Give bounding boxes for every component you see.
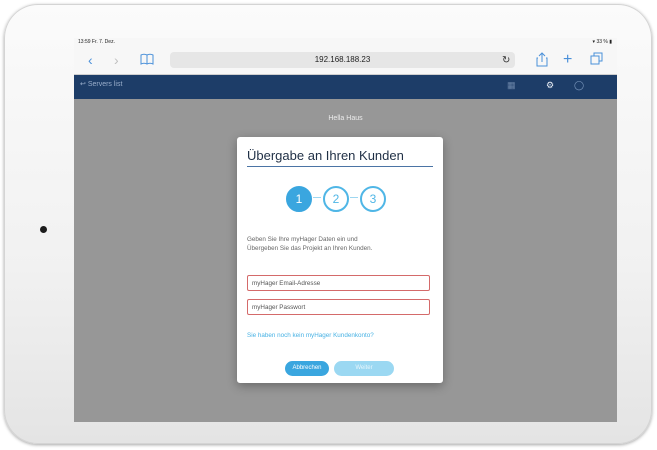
url-field[interactable]: 192.168.188.23 (170, 52, 515, 68)
tabs-icon[interactable] (590, 52, 603, 68)
chevron-left-icon[interactable]: ‹ (88, 52, 93, 68)
book-icon[interactable] (140, 52, 154, 68)
user-icon[interactable]: ◯ (574, 80, 584, 91)
share-icon[interactable] (536, 52, 548, 70)
step-connector (350, 197, 358, 198)
status-time: 13:59 Fr. 7. Dez. (78, 39, 115, 45)
tablet-frame: 13:59 Fr. 7. Dez. ▾ 33 % ▮ ‹ › 192.168.1… (4, 4, 652, 444)
page-title: Hella Haus (328, 115, 363, 122)
email-field[interactable] (247, 275, 430, 291)
battery-percent: 33 % (596, 39, 608, 45)
chevron-right-icon[interactable]: › (114, 52, 119, 68)
next-button[interactable]: Weiter (334, 361, 394, 376)
home-button[interactable] (40, 226, 47, 233)
tablet-screen: 13:59 Fr. 7. Dez. ▾ 33 % ▮ ‹ › 192.168.1… (74, 38, 617, 422)
handover-dialog: Übergabe an Ihren Kunden 1 2 3 Geben Sie… (237, 137, 443, 383)
plus-icon[interactable]: + (563, 52, 572, 68)
step-indicator-3: 3 (360, 186, 386, 212)
grid-icon[interactable]: ▦ (507, 80, 516, 91)
status-bar: 13:59 Fr. 7. Dez. ▾ 33 % ▮ (74, 38, 617, 47)
settings-icon[interactable]: ⚙ (546, 80, 554, 91)
status-indicators: ▾ 33 % ▮ (593, 39, 612, 45)
create-account-link[interactable]: Sie haben noch kein myHager Kundenkonto? (247, 332, 374, 339)
reload-icon[interactable]: ↻ (502, 53, 510, 69)
password-field[interactable] (247, 299, 430, 315)
app-header-bar: ↩ Servers list ▦ ⚙ ◯ (74, 75, 617, 99)
step-indicator-2: 2 (323, 186, 349, 212)
step-indicator-1: 1 (286, 186, 312, 212)
cancel-button[interactable]: Abbrechen (285, 361, 329, 376)
dialog-description: Geben Sie Ihre myHager Daten ein und Übe… (247, 236, 373, 252)
browser-toolbar: ‹ › 192.168.188.23 ↻ + (74, 47, 617, 75)
dialog-title: Übergabe an Ihren Kunden (247, 148, 433, 167)
wifi-icon: ▾ (592, 39, 596, 45)
servers-list-link[interactable]: ↩ Servers list (80, 80, 122, 88)
battery-icon: ▮ (609, 39, 612, 45)
step-connector (313, 197, 321, 198)
url-text: 192.168.188.23 (314, 55, 371, 64)
